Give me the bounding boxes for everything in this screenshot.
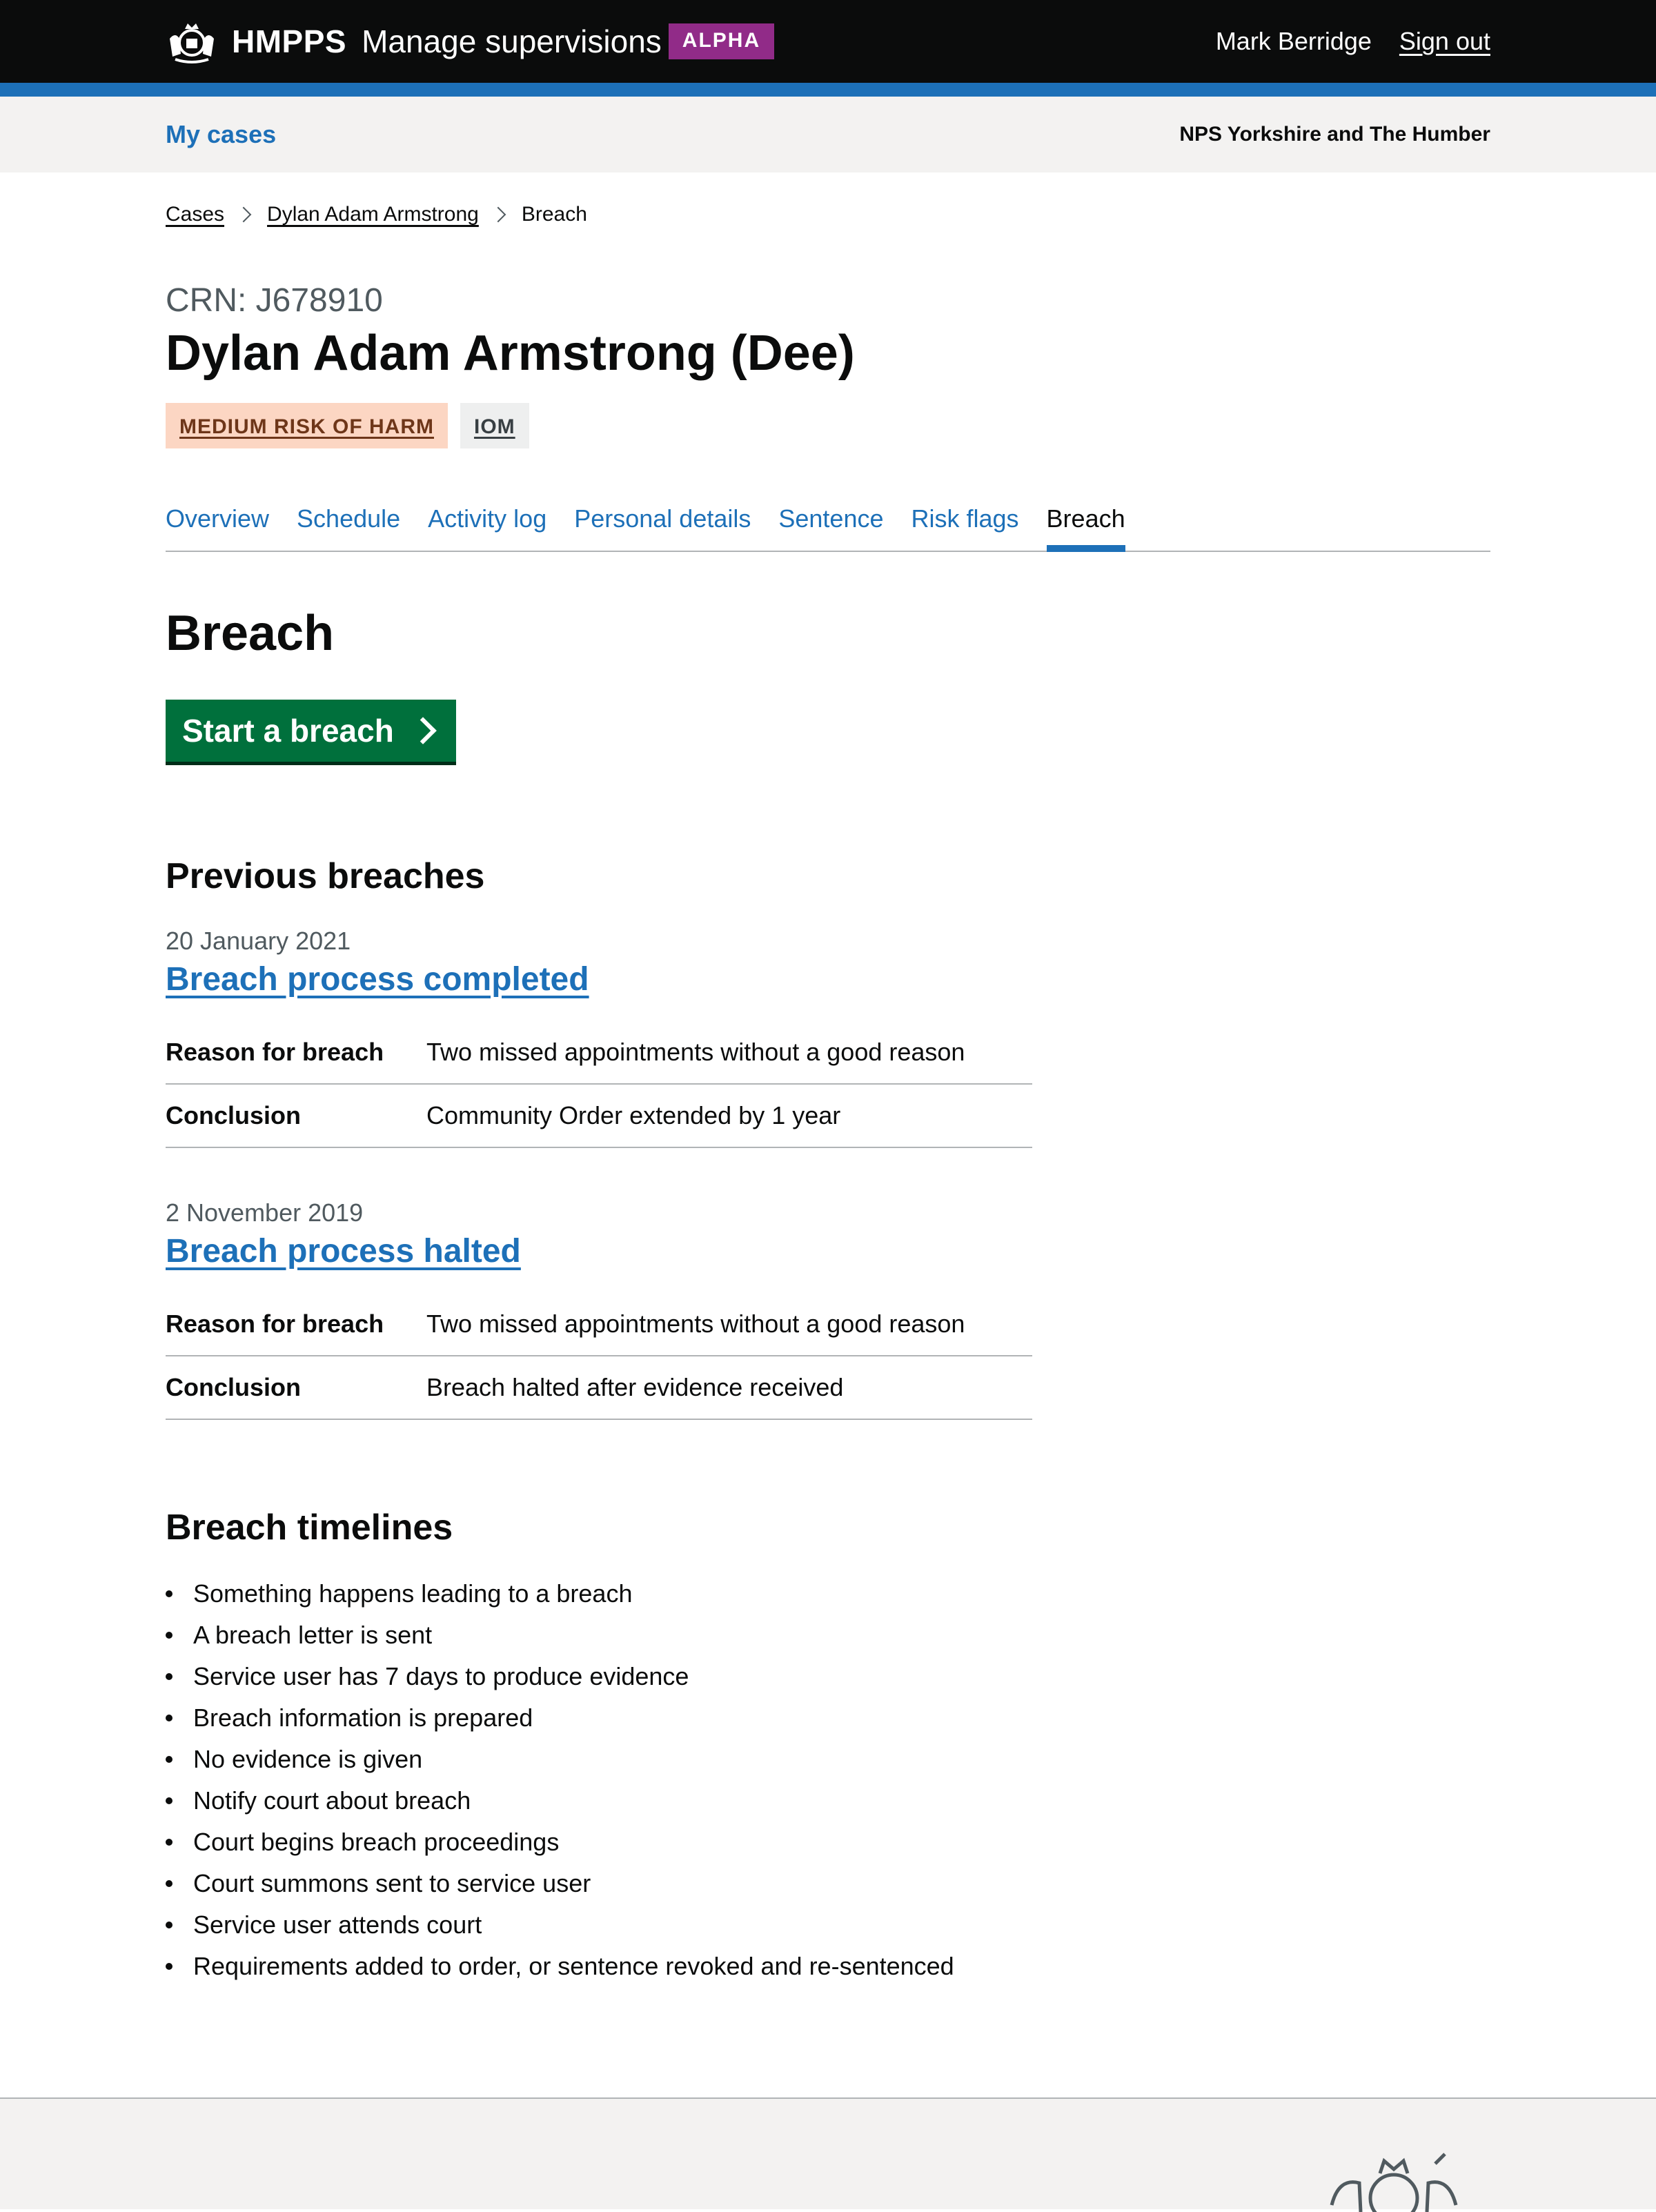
tab-breach[interactable]: Breach xyxy=(1046,495,1125,552)
summary-value: Two missed appointments without a good r… xyxy=(426,1310,965,1338)
summary-key: Conclusion xyxy=(166,1373,301,1401)
chevron-right-icon xyxy=(408,717,437,744)
breadcrumb-current: Breach xyxy=(521,203,587,226)
case-tabs: Overview Schedule Activity log Personal … xyxy=(166,495,1490,552)
person-name: Dylan Adam Armstrong (Dee) xyxy=(166,326,855,381)
my-cases-link[interactable]: My cases xyxy=(166,120,276,149)
breadcrumb-chevron-icon xyxy=(490,206,506,223)
list-item: Requirements added to order, or sentence… xyxy=(166,1946,1490,1987)
list-item: Service user attends court xyxy=(166,1904,1490,1946)
breach-date: 2 November 2019 xyxy=(166,1198,364,1227)
summary-list: Reason for breach Two missed appointment… xyxy=(166,1293,1032,1420)
breach-record: 2 November 2019 Breach process halted Re… xyxy=(166,1201,1490,1420)
list-item: No evidence is given xyxy=(166,1739,1490,1780)
breadcrumb-chevron-icon xyxy=(235,206,252,223)
summary-row: Conclusion Breach halted after evidence … xyxy=(166,1356,1032,1420)
royal-crest-icon xyxy=(1330,2153,1458,2212)
summary-key: Reason for breach xyxy=(166,1038,384,1066)
user-name: Mark Berridge xyxy=(1215,27,1372,55)
phase-tag: ALPHA xyxy=(668,23,775,59)
risk-tag[interactable]: MEDIUM RISK OF HARM xyxy=(166,403,448,448)
org-name: HMPPS xyxy=(232,23,347,59)
iom-tag[interactable]: IOM xyxy=(460,403,529,448)
list-item: Something happens leading to a breach xyxy=(166,1573,1490,1614)
tab-activity-log[interactable]: Activity log xyxy=(428,495,546,551)
site-footer xyxy=(0,2097,1656,2212)
summary-row: Conclusion Community Order extended by 1… xyxy=(166,1085,1032,1148)
timeline-list: Something happens leading to a breach A … xyxy=(166,1573,1490,1987)
list-item: Breach information is prepared xyxy=(166,1697,1490,1739)
start-breach-button[interactable]: Start a breach xyxy=(166,700,456,762)
region-label: NPS Yorkshire and The Humber xyxy=(1179,123,1490,146)
breach-record: 20 January 2021 Breach process completed… xyxy=(166,929,1490,1148)
breach-title-link[interactable]: Breach process halted xyxy=(166,1235,521,1268)
breadcrumb-cases[interactable]: Cases xyxy=(166,203,224,226)
tab-schedule[interactable]: Schedule xyxy=(297,495,400,551)
sign-out-link[interactable]: Sign out xyxy=(1399,27,1490,56)
tab-overview[interactable]: Overview xyxy=(166,495,269,551)
list-item: Court begins breach proceedings xyxy=(166,1821,1490,1863)
service-name: Manage supervisions xyxy=(362,23,662,59)
summary-value: Two missed appointments without a good r… xyxy=(426,1038,965,1066)
main-content: Cases Dylan Adam Armstrong Breach CRN: J… xyxy=(166,197,1490,1987)
list-item: Court summons sent to service user xyxy=(166,1863,1490,1904)
tab-personal-details[interactable]: Personal details xyxy=(574,495,751,551)
breadcrumb: Cases Dylan Adam Armstrong Breach xyxy=(166,197,1490,232)
summary-value: Community Order extended by 1 year xyxy=(426,1101,841,1129)
summary-value: Breach halted after evidence received xyxy=(426,1373,844,1401)
list-item: Notify court about breach xyxy=(166,1780,1490,1821)
page-title: Breach xyxy=(166,606,335,661)
royal-crest-icon xyxy=(170,23,214,63)
breach-title-link[interactable]: Breach process completed xyxy=(166,963,589,996)
start-breach-label: Start a breach xyxy=(182,713,394,749)
breach-date: 20 January 2021 xyxy=(166,927,351,955)
site-header: HMPPS Manage supervisions ALPHA Mark Ber… xyxy=(0,0,1656,83)
breach-timelines-heading: Breach timelines xyxy=(166,1508,453,1548)
service-navigation: My cases NPS Yorkshire and The Humber xyxy=(0,97,1656,172)
summary-key: Reason for breach xyxy=(166,1310,384,1338)
breadcrumb-person[interactable]: Dylan Adam Armstrong xyxy=(267,203,479,226)
tab-risk-flags[interactable]: Risk flags xyxy=(911,495,1019,551)
crn-caption: CRN: J678910 xyxy=(166,282,383,319)
list-item: A breach letter is sent xyxy=(166,1614,1490,1656)
brand[interactable]: HMPPS Manage supervisions ALPHA xyxy=(166,18,775,65)
previous-breaches-heading: Previous breaches xyxy=(166,856,485,896)
tab-sentence[interactable]: Sentence xyxy=(778,495,883,551)
summary-row: Reason for breach Two missed appointment… xyxy=(166,1293,1032,1356)
header-blue-bar xyxy=(0,83,1656,97)
summary-row: Reason for breach Two missed appointment… xyxy=(166,1021,1032,1085)
list-item: Service user has 7 days to produce evide… xyxy=(166,1656,1490,1697)
summary-key: Conclusion xyxy=(166,1101,301,1129)
summary-list: Reason for breach Two missed appointment… xyxy=(166,1021,1032,1148)
tag-list: MEDIUM RISK OF HARM IOM xyxy=(166,403,1490,448)
